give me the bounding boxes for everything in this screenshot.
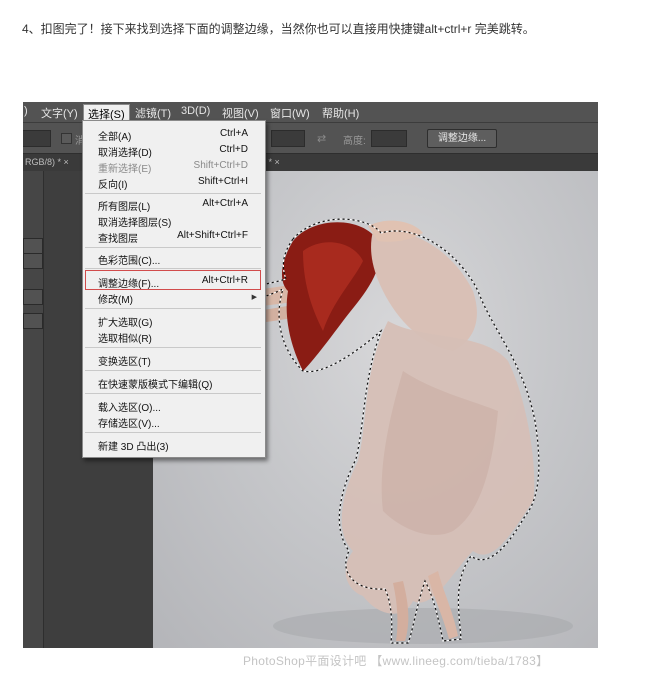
menu-separator [85, 432, 261, 433]
document-tab-1[interactable]: RGB/8) * × [25, 157, 69, 167]
menu-separator [85, 247, 261, 248]
watermark: PhotoShop平面设计吧 【www.lineeg.com/tieba/178… [243, 654, 549, 668]
menu-item-save-selection[interactable]: 存储选区(V)... [98, 415, 248, 431]
photoshop-screenshot: ) 文字(Y) 选择(S) 滤镜(T) 3D(D) 视图(V) 窗口(W) 帮助… [23, 102, 598, 648]
menu-separator [85, 370, 261, 371]
menu-item-quick-mask[interactable]: 在快速蒙版模式下编辑(Q) [98, 376, 248, 392]
menu-item-deselect-layers[interactable]: 取消选择图层(S) [98, 214, 248, 230]
menu-item-load-selection[interactable]: 载入选区(O)... [98, 399, 248, 415]
menu-separator [85, 347, 261, 348]
submenu-arrow-icon: ▶ [251, 294, 257, 301]
menu-separator [85, 308, 261, 309]
panel-dropdown-2[interactable] [23, 313, 43, 329]
menu-partial[interactable]: ) [24, 105, 28, 117]
menu-item-reselect[interactable]: 重新选择(E) Shift+Ctrl+D [98, 160, 248, 176]
menu-filter[interactable]: 滤镜(T) [135, 105, 171, 121]
menu-item-modify[interactable]: 修改(M) [98, 291, 248, 307]
menu-item-refine-edge[interactable]: 调整边缘(F)... Alt+Ctrl+R [98, 275, 248, 291]
panel-menu-icon[interactable] [23, 253, 43, 269]
menu-item-new-3d-extrusion[interactable]: 新建 3D 凸出(3) [98, 438, 248, 454]
menu-separator [85, 193, 261, 194]
menu-item-deselect[interactable]: 取消选择(D) Ctrl+D [98, 144, 248, 160]
height-field[interactable] [371, 130, 407, 147]
menu-type[interactable]: 文字(Y) [41, 105, 78, 121]
menu-item-similar[interactable]: 选取相似(R) [98, 330, 248, 346]
menu-separator [85, 393, 261, 394]
swap-icon[interactable]: ⇄ [317, 132, 326, 145]
panel-dropdown-1[interactable] [23, 289, 43, 305]
menu-separator [85, 268, 261, 269]
menu-item-all-layers[interactable]: 所有图层(L) Alt+Ctrl+A [98, 198, 248, 214]
menu-window[interactable]: 窗口(W) [270, 105, 310, 121]
options-field-left[interactable] [23, 130, 51, 147]
menu-3d[interactable]: 3D(D) [181, 105, 210, 117]
menu-help[interactable]: 帮助(H) [322, 105, 359, 121]
antialias-checkbox[interactable] [61, 133, 72, 144]
instruction-caption: 4、扣图完了！接下来找到选择下面的调整边缘，当然你也可以直接用快捷键alt+ct… [22, 22, 535, 36]
select-dropdown-menu: 全部(A) Ctrl+A 取消选择(D) Ctrl+D 重新选择(E) Shift+C… [82, 120, 266, 458]
height-label: 高度: [343, 136, 366, 147]
width-field[interactable] [271, 130, 305, 147]
panel-collapse-icon[interactable] [23, 238, 43, 254]
menu-item-grow[interactable]: 扩大选取(G) [98, 314, 248, 330]
menu-view[interactable]: 视图(V) [222, 105, 259, 121]
menu-item-all[interactable]: 全部(A) Ctrl+A [98, 128, 248, 144]
menu-item-color-range[interactable]: 色彩范围(C)... [98, 252, 248, 268]
menu-item-inverse[interactable]: 反向(I) Shift+Ctrl+I [98, 176, 248, 192]
menu-item-transform-selection[interactable]: 变换选区(T) [98, 353, 248, 369]
refine-edge-button[interactable]: 调整边缘... [427, 129, 497, 148]
menu-item-find-layers[interactable]: 查找图层 Alt+Shift+Ctrl+F [98, 230, 248, 246]
